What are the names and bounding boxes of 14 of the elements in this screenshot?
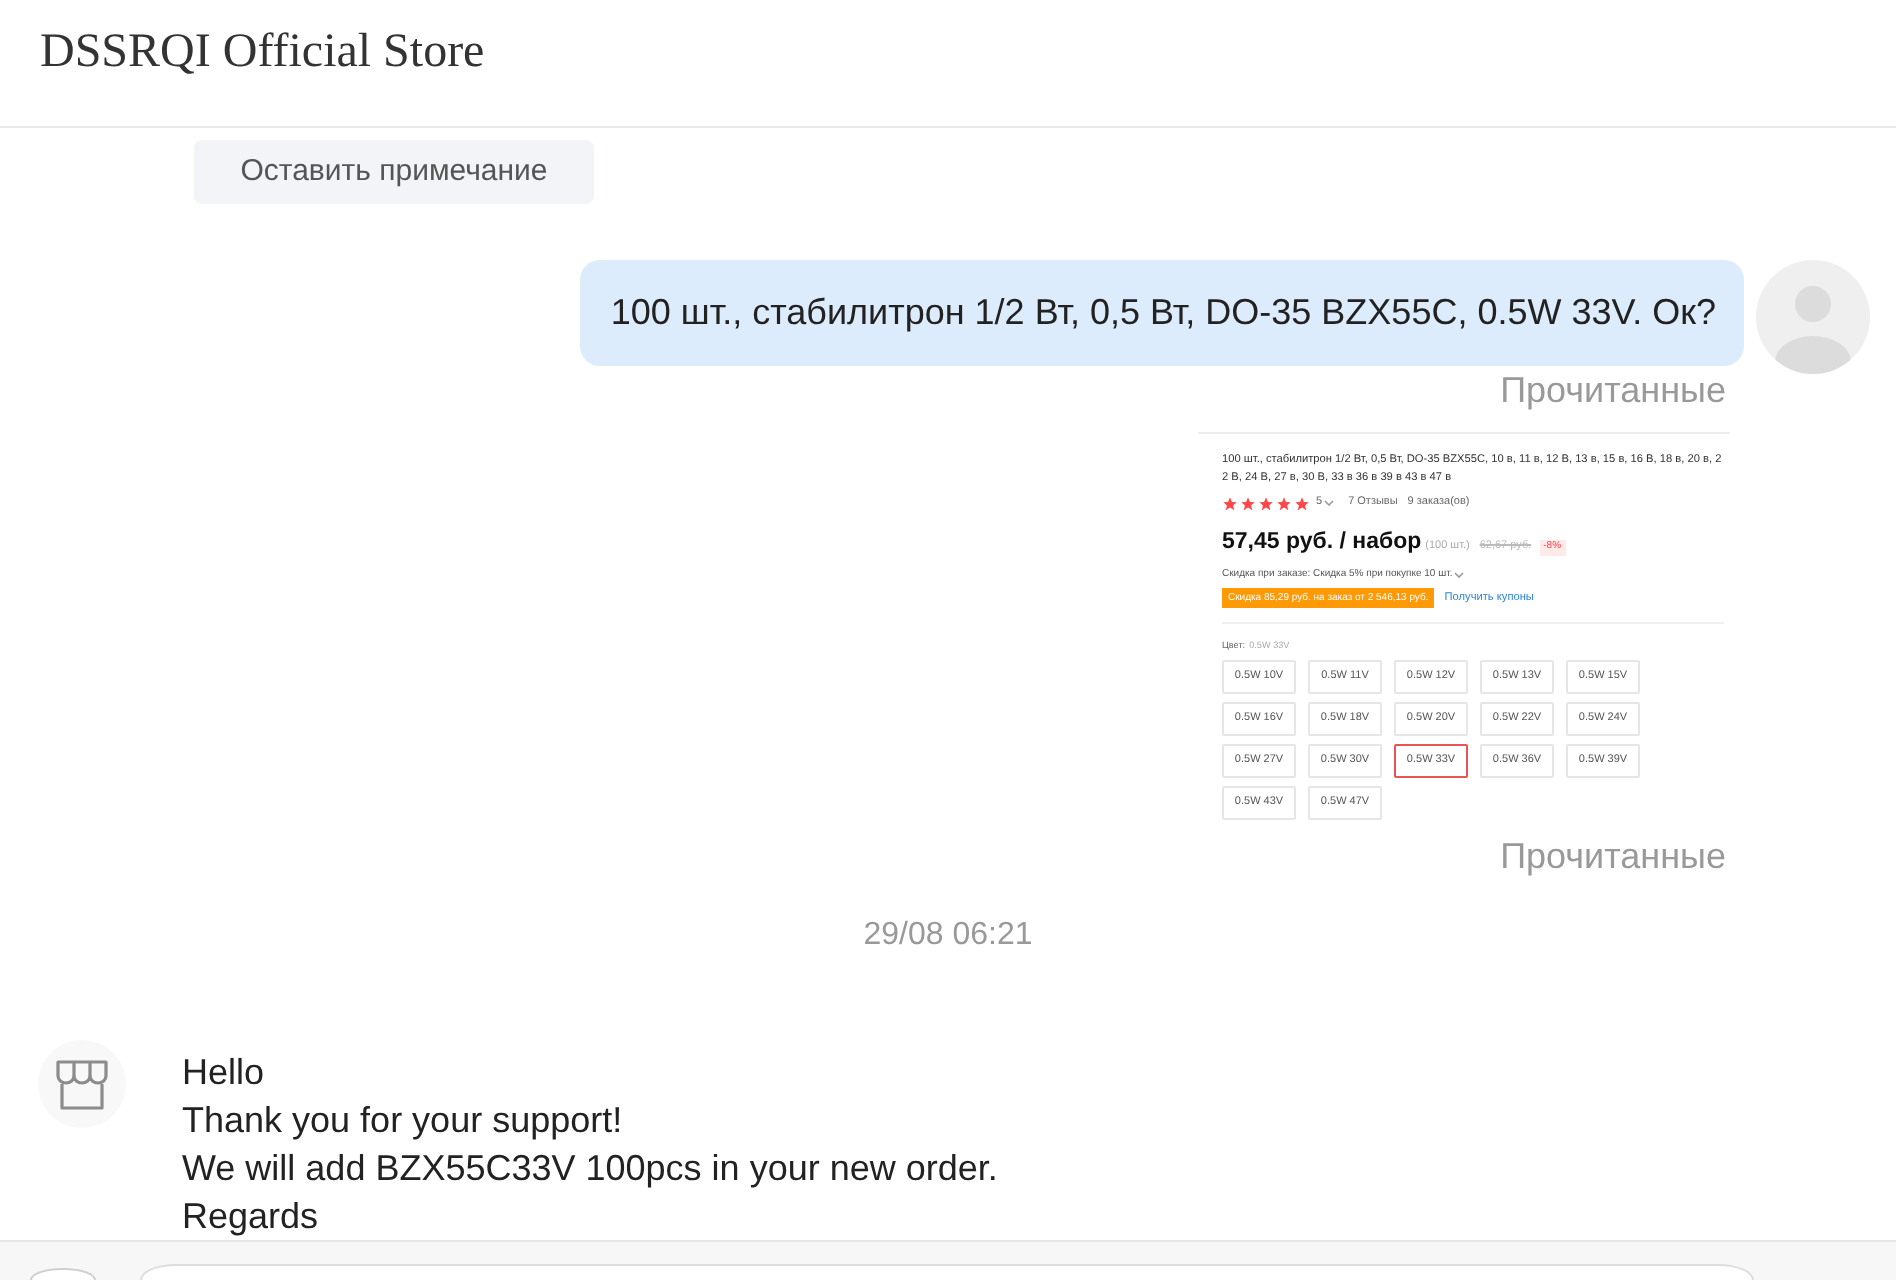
chevron-icon bbox=[1454, 571, 1465, 577]
read-status: Прочитанные bbox=[1500, 834, 1728, 878]
store-title: DSSRQI Official Store bbox=[40, 26, 485, 80]
read-status: Прочитанные bbox=[1500, 368, 1728, 412]
message-bubble: 100 шт., стабилитрон 1/2 Вт, 0,5 Вт, DO-35 BZX55C, 0.5W 33V. Ок? bbox=[580, 260, 1744, 366]
circle-button[interactable] bbox=[30, 1268, 96, 1280]
price: 57,45 руб. / набор bbox=[1222, 528, 1422, 556]
message-input[interactable] bbox=[140, 1264, 1754, 1280]
avatar-icon bbox=[1756, 260, 1870, 374]
message-text: Hello Thank you for your support! We will add BZX55C33V 100pcs in your new order. Regards bbox=[182, 1050, 998, 1240]
chevron-icon bbox=[1324, 500, 1335, 506]
store-icon bbox=[38, 1040, 126, 1128]
add-note-button[interactable]: Оставить примечание bbox=[194, 140, 594, 204]
message-time: 29/08 06:21 bbox=[863, 916, 1033, 956]
